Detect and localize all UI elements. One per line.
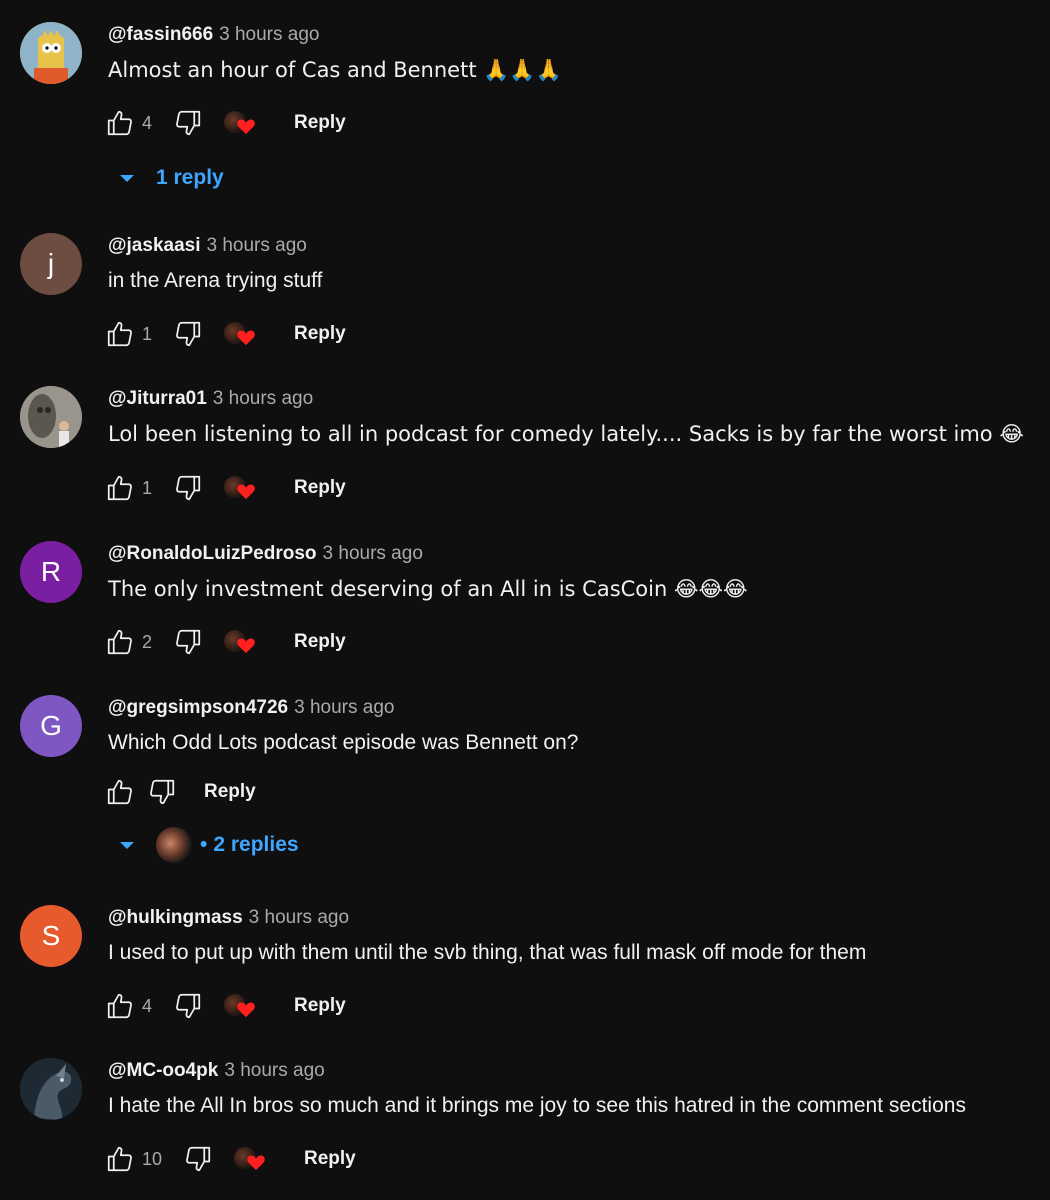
avatar-letter: j: [47, 248, 55, 279]
comment-text: Almost an hour of Cas and Bennett 🙏🙏🙏: [108, 58, 562, 82]
thumbs-down-icon: [186, 1146, 211, 1172]
creator-heart-badge: [224, 318, 262, 350]
avatar[interactable]: j: [20, 233, 82, 295]
comment-author[interactable]: @Jiturra01: [108, 388, 207, 409]
comment-author[interactable]: @RonaldoLuizPedroso: [108, 543, 317, 564]
like-count: 2: [142, 631, 153, 652]
like-button[interactable]: [104, 990, 136, 1022]
comment-text: Lol been listening to all in podcast for…: [108, 422, 1024, 446]
comment-text: I used to put up with them until the svb…: [108, 941, 867, 964]
avatar-letter: S: [41, 920, 61, 951]
thumbs-up-icon: [107, 779, 132, 805]
heart-icon: [237, 484, 255, 500]
heart-icon: [237, 330, 255, 346]
comment-text: in the Arena trying stuff: [108, 269, 323, 292]
dislike-button[interactable]: [172, 990, 204, 1022]
thumbs-up-icon: [107, 1146, 132, 1172]
creator-heart-badge: [224, 472, 262, 504]
comment-time[interactable]: 3 hours ago: [207, 235, 307, 256]
chevron-down-icon: [120, 175, 134, 182]
avatar[interactable]: [20, 22, 82, 84]
avatar-letter: R: [40, 556, 62, 587]
chevron-down-icon: [120, 842, 134, 849]
reply-button[interactable]: Reply: [304, 1148, 356, 1170]
comment-time[interactable]: 3 hours ago: [294, 697, 394, 718]
thumbs-down-icon: [150, 779, 175, 805]
heart-icon: [237, 638, 255, 654]
replies-separator: •: [200, 833, 208, 856]
creator-reply-avatar: [156, 827, 192, 863]
avatar[interactable]: [20, 386, 82, 448]
reply-button[interactable]: Reply: [294, 112, 346, 134]
thumbs-down-icon: [176, 629, 201, 655]
thumbs-up-icon: [107, 629, 132, 655]
comment-author[interactable]: @fassin666: [108, 24, 213, 45]
like-button[interactable]: [104, 776, 136, 808]
creator-heart-badge: [224, 626, 262, 658]
thumbs-up-icon: [107, 475, 132, 501]
like-button[interactable]: [104, 1143, 136, 1175]
dark-creature-avatar-icon: [20, 1058, 82, 1120]
replies-count: 1 reply: [156, 166, 224, 189]
like-count: 1: [142, 323, 153, 344]
comment-text: Which Odd Lots podcast episode was Benne…: [108, 731, 579, 754]
dislike-button[interactable]: [172, 626, 204, 658]
comment-author[interactable]: @jaskaasi: [108, 235, 201, 256]
comment-time[interactable]: 3 hours ago: [224, 1060, 324, 1081]
like-count: 10: [142, 1148, 163, 1169]
replies-count: 2 replies: [213, 833, 299, 856]
reply-button[interactable]: Reply: [294, 477, 346, 499]
like-count: 4: [142, 995, 153, 1016]
like-button[interactable]: [104, 626, 136, 658]
thumbs-down-icon: [176, 110, 201, 136]
comment-author[interactable]: @MC-oo4pk: [108, 1060, 218, 1081]
creator-heart-badge: [234, 1143, 272, 1175]
dislike-button[interactable]: [172, 472, 204, 504]
like-count: 4: [142, 112, 153, 133]
like-button[interactable]: [104, 318, 136, 350]
comment-time[interactable]: 3 hours ago: [219, 24, 319, 45]
thumbs-down-icon: [176, 321, 201, 347]
avatar[interactable]: R: [20, 541, 82, 603]
reply-button[interactable]: Reply: [294, 631, 346, 653]
avatar[interactable]: G: [20, 695, 82, 757]
thumbs-up-icon: [107, 110, 132, 136]
view-replies-button[interactable]: • 2 replies: [118, 827, 299, 863]
creator-heart-badge: [224, 107, 262, 139]
dislike-button[interactable]: [182, 1143, 214, 1175]
thumbs-down-icon: [176, 475, 201, 501]
thumbs-up-icon: [107, 321, 132, 347]
view-replies-button[interactable]: 1 reply: [118, 166, 224, 190]
dislike-button[interactable]: [172, 107, 204, 139]
comment-text: The only investment deserving of an All …: [108, 577, 748, 601]
thumbs-down-icon: [176, 993, 201, 1019]
like-button[interactable]: [104, 107, 136, 139]
reply-button[interactable]: Reply: [294, 323, 346, 345]
creator-heart-badge: [224, 990, 262, 1022]
heart-icon: [247, 1155, 265, 1171]
dislike-button[interactable]: [172, 318, 204, 350]
avatar[interactable]: [20, 1058, 82, 1120]
cartoon-avatar-icon: [20, 22, 82, 84]
dislike-button[interactable]: [146, 776, 178, 808]
reply-button[interactable]: Reply: [294, 995, 346, 1017]
avatar-letter: G: [40, 710, 62, 741]
like-button[interactable]: [104, 472, 136, 504]
comment-author[interactable]: @hulkingmass: [108, 907, 243, 928]
thumbs-up-icon: [107, 993, 132, 1019]
heart-icon: [237, 119, 255, 135]
avatar[interactable]: S: [20, 905, 82, 967]
heart-icon: [237, 1002, 255, 1018]
comment-text: I hate the All In bros so much and it br…: [108, 1094, 966, 1117]
photo-avatar-icon: [20, 386, 82, 448]
reply-button[interactable]: Reply: [204, 781, 256, 803]
comment-author[interactable]: @gregsimpson4726: [108, 697, 288, 718]
like-count: 1: [142, 477, 153, 498]
comment-time[interactable]: 3 hours ago: [323, 543, 423, 564]
comment-time[interactable]: 3 hours ago: [213, 388, 313, 409]
comment-time[interactable]: 3 hours ago: [249, 907, 349, 928]
